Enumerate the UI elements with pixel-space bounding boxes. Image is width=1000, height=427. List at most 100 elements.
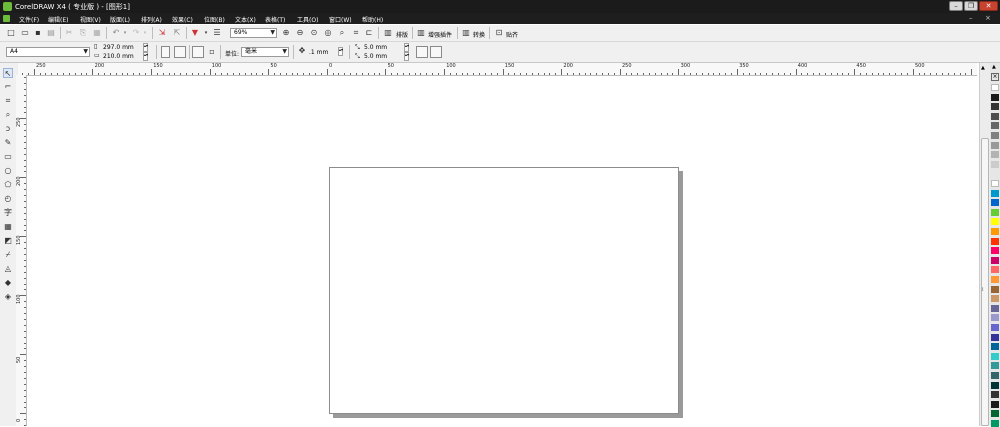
snap-button[interactable]: 贴齐: [506, 30, 518, 39]
zoom-width-icon[interactable]: ⌗: [351, 28, 361, 38]
close-button[interactable]: ✕: [979, 1, 998, 11]
restore-button[interactable]: ❐: [964, 1, 978, 11]
zoom-level-combo[interactable]: 69% ▼: [230, 28, 277, 38]
table-tool-icon[interactable]: ▦: [3, 222, 13, 232]
minimize-button[interactable]: –: [949, 1, 963, 11]
color-swatch[interactable]: [991, 295, 999, 303]
menu-table[interactable]: 表格(T): [265, 15, 285, 24]
color-swatch[interactable]: [991, 228, 999, 235]
freehand-tool-icon[interactable]: ↄ: [3, 124, 13, 134]
color-swatch[interactable]: [991, 189, 999, 197]
rectangle-tool-icon[interactable]: ▭: [3, 152, 13, 162]
color-swatch[interactable]: [991, 400, 999, 408]
welcome-screen-icon[interactable]: ☰: [212, 28, 222, 38]
scroll-up-icon[interactable]: ▲: [981, 65, 985, 71]
duplicate-x-field[interactable]: 5.0 mm: [364, 44, 387, 51]
palette-scroll-up-icon[interactable]: ▲: [992, 64, 996, 70]
color-swatch[interactable]: [991, 180, 999, 187]
vertical-scrollbar[interactable]: ▲ ⁞: [979, 63, 990, 426]
color-swatch[interactable]: [991, 93, 999, 101]
menu-file[interactable]: 文件(F): [19, 15, 39, 24]
pick-tool-icon[interactable]: ↖: [3, 68, 13, 78]
color-swatch[interactable]: [991, 362, 999, 370]
convert-icon[interactable]: ▥: [461, 28, 471, 38]
fill-tool-icon[interactable]: ◆: [3, 278, 13, 288]
menu-text[interactable]: 文本(X): [235, 15, 256, 24]
layout-plugin-button[interactable]: 排版: [396, 30, 408, 39]
duplicate-y-field[interactable]: 5.0 mm: [364, 53, 387, 60]
color-swatch[interactable]: [991, 266, 999, 274]
cut-icon[interactable]: ✂: [64, 28, 74, 38]
nudge-spinner[interactable]: ▴▾: [338, 47, 343, 56]
document-icon[interactable]: [3, 15, 10, 22]
menu-arrange[interactable]: 排列(A): [141, 15, 162, 24]
paste-icon[interactable]: ▦: [92, 28, 102, 38]
doc-close-button[interactable]: ×: [985, 14, 991, 22]
color-swatch[interactable]: [991, 372, 999, 379]
color-swatch[interactable]: [991, 208, 999, 216]
menu-layout[interactable]: 版面(L): [110, 15, 130, 24]
color-swatch[interactable]: [991, 247, 999, 255]
polygon-tool-icon[interactable]: ⬠: [3, 180, 13, 190]
draw-objects-button[interactable]: [430, 46, 442, 58]
page-height-field[interactable]: 210.0 mm: [103, 53, 134, 60]
open-folder-icon[interactable]: ▭: [20, 28, 30, 38]
launcher-dropdown-icon[interactable]: ▾: [201, 28, 211, 38]
zoom-out-icon[interactable]: ⊖: [295, 28, 305, 38]
color-swatch[interactable]: [991, 333, 999, 341]
zoom-page-icon[interactable]: ⌕: [337, 28, 347, 38]
color-swatch[interactable]: [991, 314, 999, 322]
zoom-selected-icon[interactable]: ⊙: [309, 28, 319, 38]
height-spinner[interactable]: ▴▾: [143, 52, 148, 61]
coreldraw-app-icon[interactable]: [3, 2, 12, 11]
menu-edit[interactable]: 编辑(E): [48, 15, 68, 24]
paper-size-combo[interactable]: A4 ▼: [6, 47, 90, 57]
redo-dropdown-icon[interactable]: ▾: [140, 28, 150, 38]
portrait-button[interactable]: [161, 46, 170, 58]
vertical-ruler[interactable]: 250 200 150 100 50 0: [16, 75, 27, 427]
color-swatch[interactable]: [991, 218, 999, 226]
color-swatch[interactable]: [991, 343, 999, 351]
horizontal-ruler[interactable]: 250 200 150 100 50 0 50 100 150 200 250 300 350 400 45…: [18, 63, 977, 76]
color-swatch[interactable]: [991, 304, 999, 312]
scrollbar-thumb[interactable]: [981, 138, 989, 426]
color-swatch[interactable]: [991, 391, 999, 399]
application-launcher-icon[interactable]: ▼: [190, 28, 200, 38]
text-tool-icon[interactable]: 字: [3, 208, 13, 218]
interactive-fill-tool-icon[interactable]: ◈: [3, 292, 13, 302]
color-swatch[interactable]: [991, 132, 999, 139]
color-swatch[interactable]: [991, 170, 999, 178]
color-swatch[interactable]: [991, 276, 999, 283]
zoom-tool-icon[interactable]: ⌕: [3, 110, 13, 120]
color-swatch[interactable]: [991, 151, 999, 159]
nudge-distance-field[interactable]: .1 mm: [309, 49, 328, 56]
zoom-height-icon[interactable]: ⊏: [364, 28, 374, 38]
duplicate-x-spinner[interactable]: ▴▾: [404, 43, 409, 52]
menu-bitmaps[interactable]: 位图(B): [204, 15, 225, 24]
menu-effects[interactable]: 效果(C): [172, 15, 193, 24]
zoom-in-icon[interactable]: ⊕: [281, 28, 291, 38]
color-swatch[interactable]: [991, 160, 999, 168]
new-document-icon[interactable]: □: [6, 28, 16, 38]
crop-tool-icon[interactable]: ⌗: [3, 96, 13, 106]
color-swatch[interactable]: [991, 237, 999, 245]
doc-minimize-button[interactable]: –: [969, 14, 973, 22]
import-icon[interactable]: ⇲: [157, 28, 167, 38]
units-combo[interactable]: 毫米 ▼: [241, 47, 289, 57]
treat-as-filled-button[interactable]: [416, 46, 428, 58]
menu-tools[interactable]: 工具(O): [297, 15, 318, 24]
layout-plugin-icon[interactable]: ▥: [383, 28, 393, 38]
interactive-blend-tool-icon[interactable]: ◩: [3, 236, 13, 246]
color-swatch[interactable]: [991, 84, 999, 91]
undo-dropdown-icon[interactable]: ▾: [120, 28, 130, 38]
basic-shapes-tool-icon[interactable]: ◴: [3, 194, 13, 204]
color-swatch[interactable]: [991, 352, 999, 360]
menu-help[interactable]: 帮助(H): [362, 15, 383, 24]
color-swatch[interactable]: [991, 324, 999, 331]
save-icon[interactable]: ▪: [33, 28, 43, 38]
landscape-button[interactable]: [174, 46, 186, 58]
enhance-plugin-button[interactable]: 增强插件: [428, 30, 452, 39]
color-swatch[interactable]: [991, 285, 999, 293]
snap-icon[interactable]: ⊡: [494, 28, 504, 38]
color-swatch[interactable]: [991, 199, 999, 207]
